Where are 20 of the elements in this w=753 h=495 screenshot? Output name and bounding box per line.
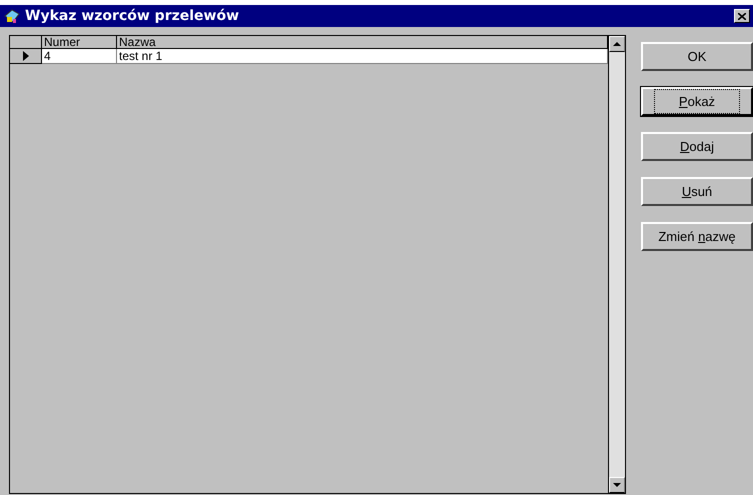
- close-icon: [738, 12, 746, 20]
- down-arrow-icon: [613, 483, 621, 487]
- scroll-up-button[interactable]: [609, 36, 625, 52]
- scroll-down-button[interactable]: [609, 477, 625, 493]
- dialog-button[interactable]: Usuń: [641, 177, 753, 206]
- column-header[interactable]: Numer: [42, 36, 117, 49]
- dialog-button[interactable]: OK: [641, 42, 753, 71]
- row-indicator[interactable]: [10, 49, 42, 64]
- dialog-button[interactable]: Zmień nazwę: [641, 222, 753, 251]
- scrollbar[interactable]: [608, 36, 625, 493]
- dialog-button[interactable]: Pokaż: [641, 87, 753, 116]
- dialog-button[interactable]: Dodaj: [641, 132, 753, 161]
- up-arrow-icon: [613, 42, 621, 46]
- close-button[interactable]: [734, 9, 750, 23]
- column-header[interactable]: Nazwa: [117, 36, 608, 49]
- table-cell: test nr 1: [117, 49, 608, 64]
- table-cell: 4: [42, 49, 117, 64]
- current-row-icon: [22, 51, 28, 61]
- app-icon: [3, 8, 21, 24]
- window-title: Wykaz wzorców przelewów: [25, 6, 240, 26]
